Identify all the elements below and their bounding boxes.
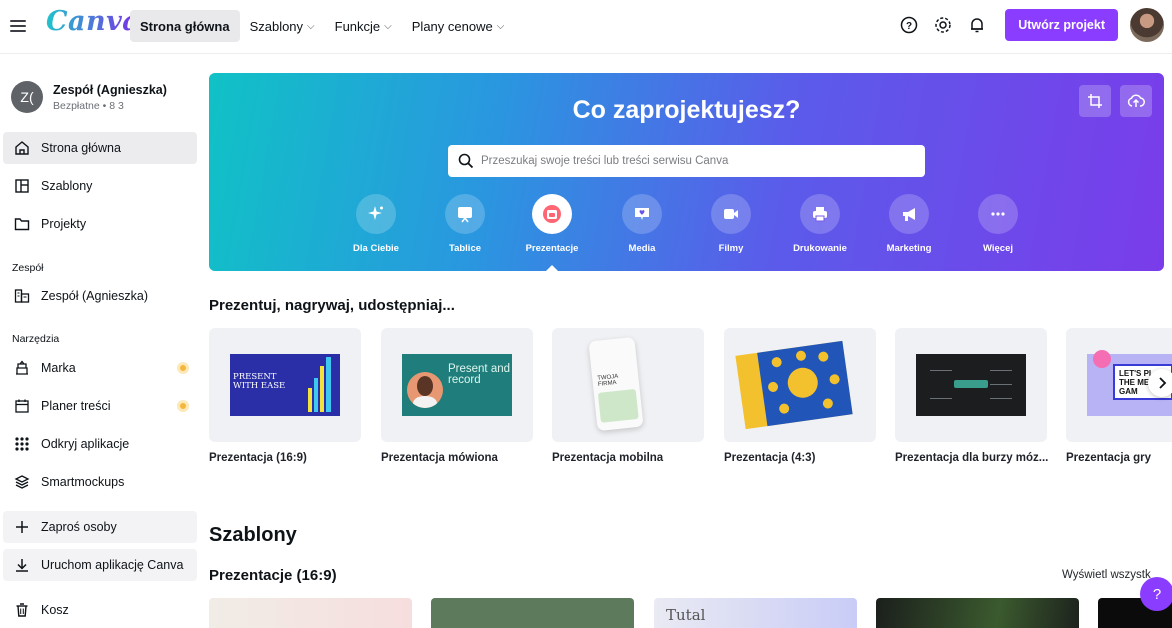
category-videos[interactable]: Filmy [691, 194, 771, 254]
active-category-caret [545, 265, 559, 271]
card-thumbnail: PRESENT WITH EASE [209, 328, 361, 442]
megaphone-icon [889, 194, 929, 234]
category-presentations[interactable]: Prezentacje [512, 194, 592, 271]
team-building-icon [13, 287, 31, 305]
nav-features[interactable]: Funkcje ⌵ [325, 10, 402, 42]
team-switcher[interactable]: Z( Zespół (Agnieszka) Bezpłatne • 8 3 [11, 81, 167, 113]
design-card[interactable]: Present and record Prezentacja mówiona [381, 328, 533, 464]
chevron-down-icon: ⌵ [307, 20, 315, 32]
search-input[interactable] [481, 155, 901, 167]
menu-icon[interactable] [10, 17, 26, 37]
search-bar[interactable] [448, 145, 925, 177]
templates-subtitle: Prezentacje (16:9) [209, 567, 337, 584]
sidebar-item-content-planner[interactable]: Planer treści [3, 390, 197, 422]
category-marketing[interactable]: Marketing [869, 194, 949, 254]
team-plan: Bezpłatne • 8 3 [53, 99, 124, 112]
sparkle-icon [356, 194, 396, 234]
brand-icon [13, 359, 31, 377]
template-thumbnail[interactable] [431, 598, 634, 628]
present-section-title: Prezentuj, nagrywaj, udostępniaj... [209, 297, 455, 314]
gear-icon[interactable] [927, 9, 959, 41]
section-tools-label: Narzędzia [12, 333, 60, 345]
user-avatar[interactable] [1130, 8, 1164, 42]
template-thumbnail[interactable] [876, 598, 1079, 628]
chevron-right-icon [1159, 377, 1167, 389]
card-thumbnail: Present and record [381, 328, 533, 442]
templates-section-title: Szablony [209, 524, 297, 546]
social-media-icon [622, 194, 662, 234]
create-design-button[interactable]: Utwórz projekt [1005, 9, 1118, 41]
sidebar-item-trash[interactable]: Kosz [3, 594, 197, 626]
design-card[interactable]: Prezentacja dla burzy móz... [895, 328, 1048, 464]
premium-badge [177, 362, 189, 374]
trash-icon [13, 601, 31, 619]
nav-home[interactable]: Strona główna [130, 10, 240, 42]
upload-cloud-icon[interactable] [1120, 85, 1152, 117]
download-icon [13, 556, 31, 574]
category-media[interactable]: Media [602, 194, 682, 254]
view-all-link[interactable]: Wyświetl wszystk [1062, 569, 1151, 581]
presentation-icon [532, 194, 572, 234]
launch-app-button[interactable]: Uruchom aplikację Canva [3, 549, 197, 581]
top-bar: Canva Strona główna Szablony ⌵ Funkcje ⌵ P… [0, 0, 1172, 54]
section-team-label: Zespół [12, 262, 44, 274]
help-button[interactable]: ? [1140, 577, 1172, 611]
design-card[interactable]: Prezentacja (4:3) [724, 328, 876, 464]
mockups-icon [13, 473, 31, 491]
category-whiteboards[interactable]: Tablice [425, 194, 505, 254]
home-icon [13, 139, 31, 157]
whiteboard-icon [445, 194, 485, 234]
plus-icon [13, 518, 31, 536]
category-more[interactable]: Więcej [958, 194, 1038, 254]
sidebar-item-brand[interactable]: Marka [3, 352, 197, 384]
calendar-icon [13, 397, 31, 415]
invite-people-button[interactable]: Zaproś osoby [3, 511, 197, 543]
nav-pricing[interactable]: Plany cenowe ⌵ [402, 10, 515, 42]
sidebar: Z( Zespół (Agnieszka) Bezpłatne • 8 3 St… [0, 54, 202, 619]
sidebar-item-home[interactable]: Strona główna [3, 132, 197, 164]
chevron-down-icon: ⌵ [496, 20, 505, 32]
design-card[interactable]: PRESENT WITH EASE Prezentacja (16:9) [209, 328, 361, 464]
more-icon [978, 194, 1018, 234]
card-thumbnail [895, 328, 1047, 442]
bell-icon[interactable] [961, 9, 993, 41]
canva-logo[interactable]: Canva [46, 6, 140, 37]
crop-icon[interactable] [1079, 85, 1111, 117]
nav-templates[interactable]: Szablony ⌵ [240, 10, 325, 42]
card-thumbnail: TWOJA FIRMA [552, 328, 704, 442]
video-icon [711, 194, 751, 234]
sidebar-item-projects[interactable]: Projekty [3, 208, 197, 240]
template-thumbnail[interactable] [209, 598, 412, 628]
chevron-down-icon: ⌵ [384, 20, 392, 32]
hero-banner: Co zaprojektujesz? Dla Ciebie Tablice Pr… [209, 73, 1164, 271]
premium-badge [177, 400, 189, 412]
print-icon [800, 194, 840, 234]
folder-icon [13, 215, 31, 233]
apps-grid-icon [13, 435, 31, 453]
category-print[interactable]: Drukowanie [780, 194, 860, 254]
search-icon [458, 153, 474, 169]
hero-title: Co zaprojektujesz? [572, 96, 801, 124]
sidebar-item-apps[interactable]: Odkryj aplikacje [3, 428, 197, 460]
sidebar-item-team[interactable]: Zespół (Agnieszka) [3, 280, 197, 312]
team-name: Zespół (Agnieszka) [53, 82, 167, 97]
team-avatar: Z( [11, 81, 43, 113]
category-for-you[interactable]: Dla Ciebie [336, 194, 416, 254]
carousel-next-button[interactable] [1148, 369, 1172, 397]
card-thumbnail [724, 328, 876, 442]
top-right-actions: ? Utwórz projekt [891, 8, 1164, 42]
help-icon[interactable]: ? [893, 9, 925, 41]
template-thumbnail[interactable]: Tutal [654, 598, 857, 628]
main-nav: Strona główna Szablony ⌵ Funkcje ⌵ Plany c… [130, 10, 514, 42]
svg-text:?: ? [906, 21, 912, 32]
design-card[interactable]: TWOJA FIRMA Prezentacja mobilna [552, 328, 704, 464]
templates-icon [13, 177, 31, 195]
sidebar-item-templates[interactable]: Szablony [3, 170, 197, 202]
sidebar-item-smartmockups[interactable]: Smartmockups [3, 466, 197, 498]
